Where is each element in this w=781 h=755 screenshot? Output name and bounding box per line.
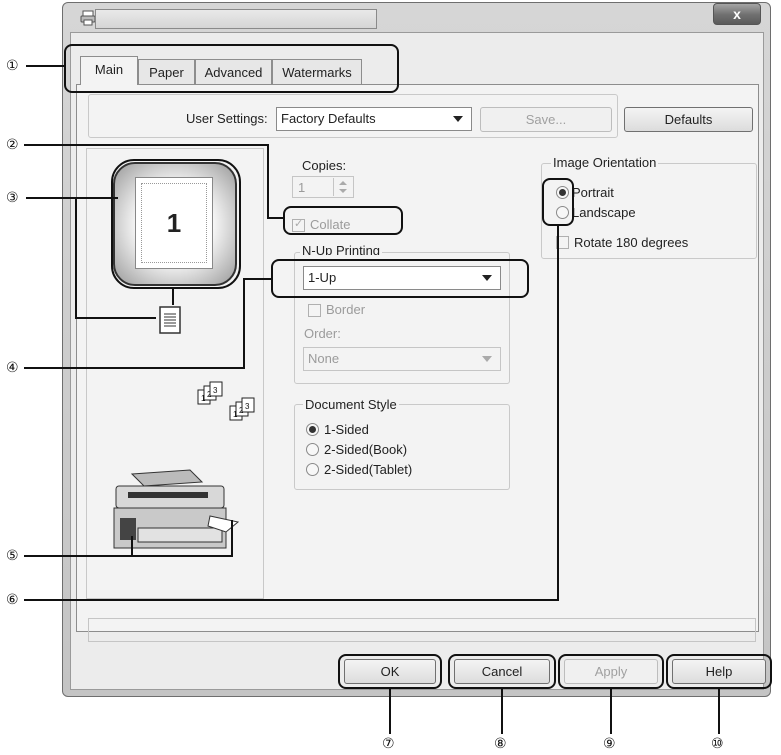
callout-1: ① (6, 57, 19, 73)
callout-10: ⑩ (711, 735, 724, 751)
callout-9: ⑨ (603, 735, 616, 751)
callout-6: ⑥ (6, 591, 19, 607)
callout-5: ⑤ (6, 547, 19, 563)
callout-4: ④ (6, 359, 19, 375)
tab-main[interactable]: Main (80, 56, 138, 85)
callout-3: ③ (6, 189, 19, 205)
callout-7: ⑦ (382, 735, 395, 751)
callout-2: ② (6, 136, 19, 152)
callout-8: ⑧ (494, 735, 507, 751)
callout-lines (24, 44, 772, 734)
